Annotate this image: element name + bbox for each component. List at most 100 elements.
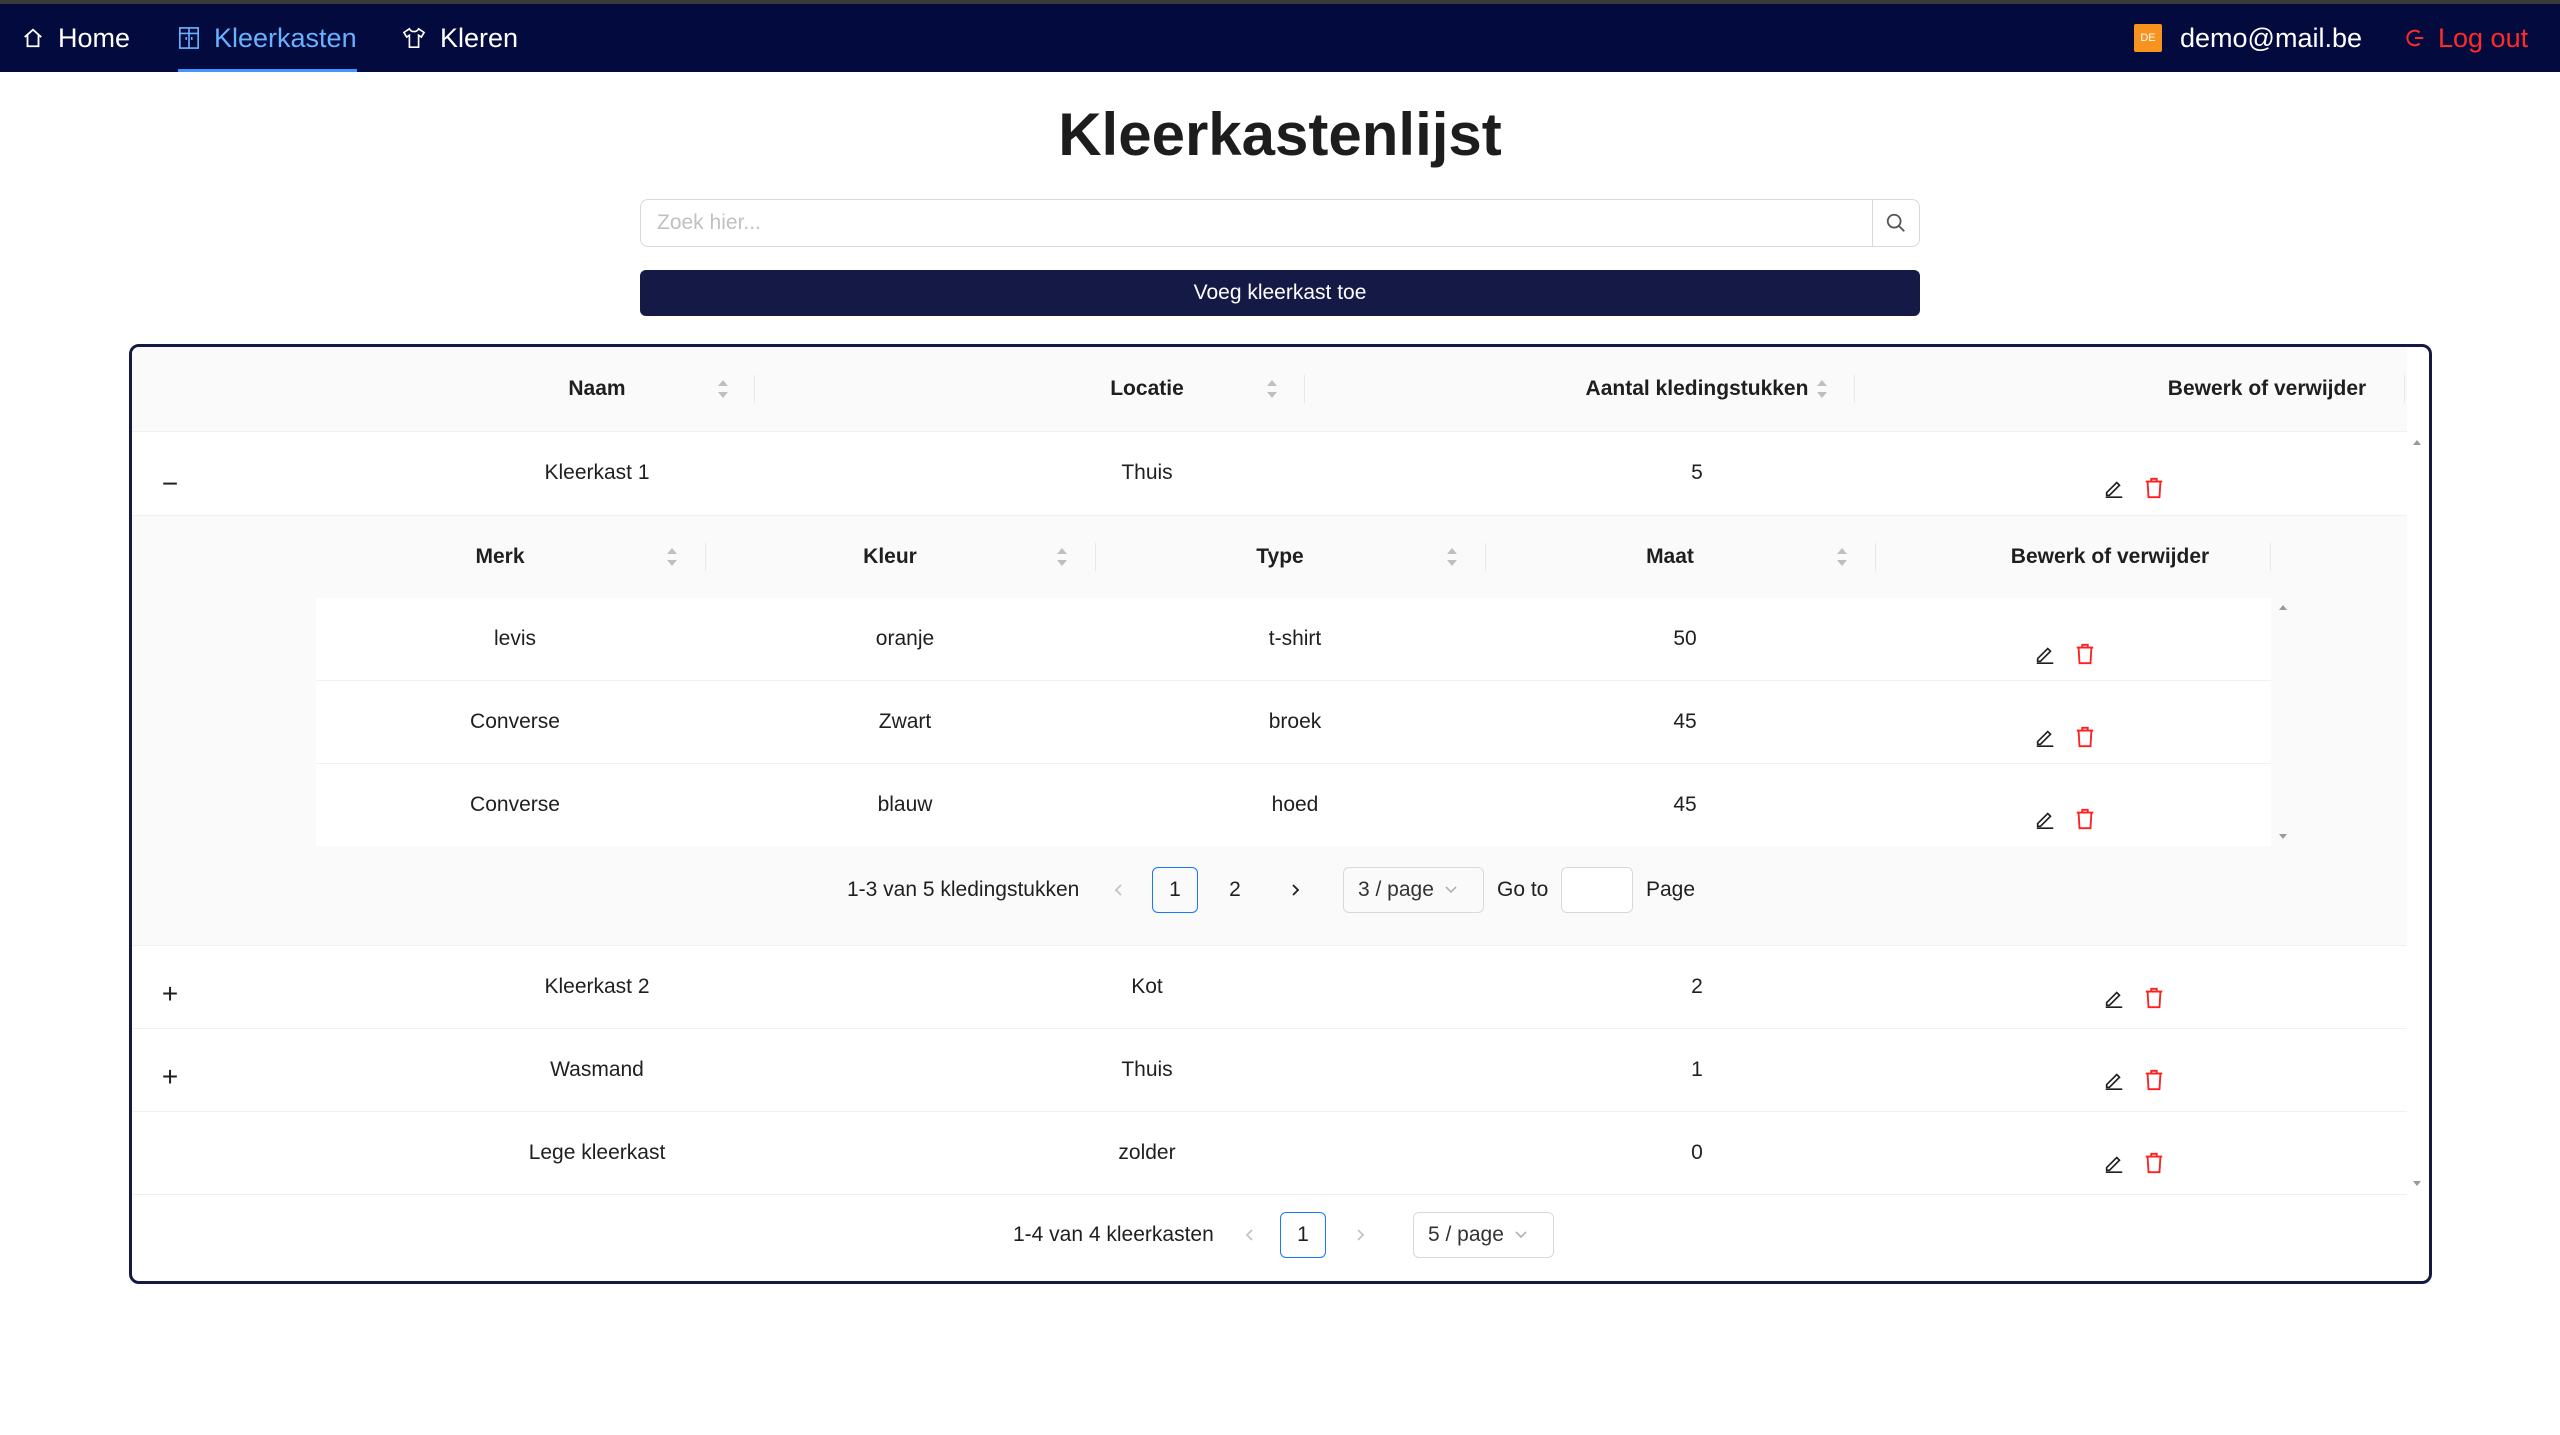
row-divider (132, 1194, 2407, 1195)
prev-page-button[interactable] (1227, 1212, 1273, 1258)
page-button[interactable]: 2 (1212, 867, 1258, 913)
top-navbar: Home Kleerkasten Kleren DE demo@mail.be … (0, 0, 2560, 72)
delete-icon[interactable] (2142, 986, 2166, 1010)
col-header-actions: Bewerk of verwijder (2167, 377, 2367, 400)
column-divider (1854, 375, 1855, 403)
page-size-select[interactable]: 3 / page (1343, 867, 1484, 913)
sort-icon[interactable] (665, 546, 679, 568)
edit-icon[interactable] (2102, 986, 2126, 1010)
search-button[interactable] (1872, 200, 1919, 246)
search-input[interactable] (641, 200, 1872, 246)
delete-icon[interactable] (2073, 807, 2097, 831)
nav-home-label: Home (58, 22, 131, 53)
table-scrollbar[interactable] (2409, 433, 2425, 1193)
subcol-header-color[interactable]: Kleur (785, 516, 995, 598)
col-header-name[interactable]: Naam (367, 347, 827, 431)
collapse-row-button[interactable]: − (158, 468, 182, 499)
col-header-location[interactable]: Locatie (917, 347, 1377, 431)
page-button[interactable]: 1 (1152, 867, 1198, 913)
edit-icon[interactable] (2033, 807, 2057, 831)
subcol-header-size[interactable]: Maat (1565, 516, 1775, 598)
wardrobe-pagination-summary: 1-4 van 4 kleerkasten (1013, 1223, 1214, 1246)
sort-icon[interactable] (716, 378, 730, 400)
wardrobe-name: Wasmand (550, 1058, 644, 1081)
column-divider (1485, 543, 1486, 571)
expand-row-button (158, 1148, 182, 1172)
nav-home[interactable]: Home (22, 4, 130, 72)
nav-clothes-label: Kleren (440, 22, 519, 53)
home-icon (24, 28, 42, 48)
sort-icon[interactable] (1835, 546, 1849, 568)
logout-icon (2406, 29, 2424, 47)
wardrobe-count: 2 (1691, 975, 1703, 998)
delete-icon[interactable] (2142, 476, 2166, 500)
column-divider (1875, 543, 1876, 571)
wardrobe-table: Naam Locatie Aantal kledingstukken Bewer… (129, 344, 2432, 1284)
chevron-left-icon (1245, 1229, 1253, 1241)
sort-icon[interactable] (1445, 546, 1459, 568)
wardrobe-location: Kot (1131, 975, 1163, 998)
subcol-header-type[interactable]: Type (1175, 516, 1385, 598)
edit-icon[interactable] (2102, 1151, 2126, 1175)
page-label: Page (1646, 878, 1696, 901)
subcol-header-brand[interactable]: Merk (395, 516, 605, 598)
chevron-left-icon (1114, 884, 1122, 896)
column-divider (754, 375, 755, 403)
edit-icon[interactable] (2102, 476, 2126, 500)
col-header-count[interactable]: Aantal kledingstukken (1367, 347, 2027, 431)
tshirt-icon (402, 27, 426, 48)
delete-icon[interactable] (2073, 642, 2097, 666)
page-size-select[interactable]: 5 / page (1413, 1212, 1554, 1258)
goto-page-input[interactable] (1561, 867, 1633, 913)
scroll-down-icon[interactable] (2277, 830, 2289, 842)
edit-icon[interactable] (2102, 1068, 2126, 1092)
sort-icon[interactable] (1055, 546, 1069, 568)
wardrobe-count: 1 (1691, 1058, 1703, 1081)
page-title: Kleerkastenlijst (1058, 101, 1502, 168)
column-divider (2404, 375, 2405, 403)
chevron-right-icon (1292, 884, 1300, 896)
avatar: DE (2134, 24, 2162, 52)
scroll-down-icon[interactable] (2411, 1177, 2423, 1189)
clothing-scrollbar[interactable] (2275, 598, 2291, 846)
clothing-pagination-summary: 1-3 van 5 kledingstukken (847, 878, 1080, 901)
clothing-color: oranje (875, 627, 935, 650)
wardrobe-name: Kleerkast 1 (544, 461, 650, 484)
expand-row-button[interactable]: + (158, 1061, 182, 1092)
clothing-brand: Converse (470, 793, 560, 816)
delete-icon[interactable] (2073, 725, 2097, 749)
next-page-button[interactable] (1337, 1212, 1383, 1258)
edit-icon[interactable] (2033, 725, 2057, 749)
delete-icon[interactable] (2142, 1068, 2166, 1092)
wardrobe-location: Thuis (1121, 1058, 1173, 1081)
delete-icon[interactable] (2142, 1151, 2166, 1175)
chevron-down-icon (1515, 1231, 1527, 1239)
scroll-up-icon[interactable] (2277, 602, 2289, 614)
edit-icon[interactable] (2033, 642, 2057, 666)
clothing-size: 45 (1673, 710, 1697, 733)
next-page-button[interactable] (1272, 867, 1318, 913)
clothing-color: blauw (877, 793, 933, 816)
page-button[interactable]: 1 (1280, 1212, 1326, 1258)
sort-icon[interactable] (1815, 378, 1829, 400)
logout-button[interactable]: Log out (2404, 4, 2528, 72)
search-icon (1886, 213, 1905, 232)
add-wardrobe-button[interactable]: Voeg kleerkast toe (640, 270, 1920, 316)
prev-page-button[interactable] (1096, 867, 1142, 913)
expand-row-button[interactable]: + (158, 978, 182, 1009)
nav-wardrobes-label: Kleerkasten (214, 22, 357, 53)
wardrobe-count: 5 (1691, 461, 1703, 484)
column-divider (705, 543, 706, 571)
wardrobe-name: Kleerkast 2 (544, 975, 650, 998)
column-divider (2270, 543, 2271, 571)
clothing-type: t-shirt (1268, 627, 1322, 650)
clothing-type: hoed (1271, 793, 1319, 816)
sort-icon[interactable] (1265, 378, 1279, 400)
search-box (640, 199, 1920, 247)
scroll-up-icon[interactable] (2411, 437, 2423, 449)
nav-wardrobes[interactable]: Kleerkasten (178, 4, 357, 72)
nav-clothes[interactable]: Kleren (402, 4, 518, 72)
wardrobe-count: 0 (1691, 1141, 1703, 1164)
clothing-type: broek (1268, 710, 1322, 733)
wardrobe-location: zolder (1118, 1141, 1176, 1164)
